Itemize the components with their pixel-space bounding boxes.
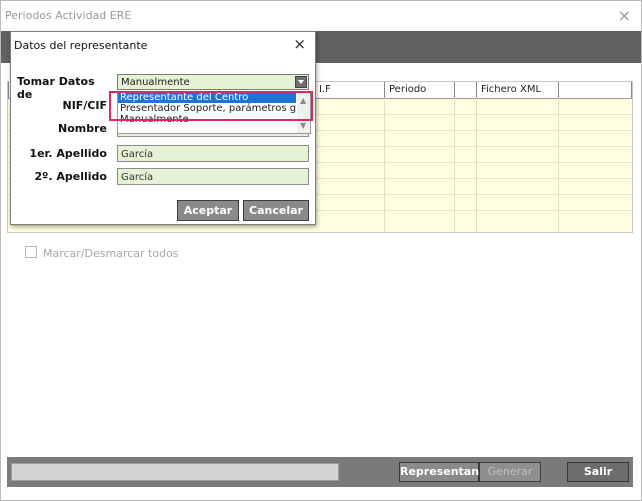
window-titlebar: Periodos Actividad ERE × [1,1,641,31]
grid-divider [454,98,455,232]
grid-col-fichero-xml[interactable]: Fichero XML [476,82,558,98]
dropdown-option-manualmente[interactable]: Manualmente [118,114,296,125]
select-all-label: Marcar/Desmarcar todos [43,247,179,260]
dialog-title: Datos del representante [14,39,148,52]
tomar-datos-select[interactable]: Manualmente [117,74,309,90]
tomar-datos-value: Manualmente [121,77,190,88]
representante-button[interactable]: Representante [399,462,492,482]
nif-label: NIF/CIF [62,99,107,112]
grid-col-if[interactable]: I.F [314,82,384,98]
dropdown-option-presentador[interactable]: Presentador Soporte, parámetros gen [118,103,296,114]
dialog-close-icon[interactable]: × [293,35,306,53]
nombre-label: Nombre [58,122,107,135]
cancelar-button[interactable]: Cancelar [243,200,309,221]
salir-button[interactable]: Salir [567,462,629,482]
apellido2-field[interactable]: García [117,168,309,185]
chevron-up-icon[interactable]: ▲ [300,96,306,105]
grid-col-5[interactable] [454,82,476,98]
grid-col-periodo[interactable]: Periodo [384,82,454,98]
generar-button[interactable]: Generar [479,462,541,482]
bottom-bar: Representante Generar Salir [7,457,633,487]
grid-divider [384,98,385,232]
apellido1-field[interactable]: García [117,145,309,162]
select-all-checkbox[interactable]: Marcar/Desmarcar todos [25,246,179,260]
window-title: Periodos Actividad ERE [5,9,132,22]
representative-dialog: Datos del representante × Tomar Datos de… [10,31,316,225]
aceptar-button[interactable]: Aceptar [177,200,239,221]
window-close-icon[interactable]: × [618,6,631,25]
grid-divider [558,98,559,232]
dropdown-arrow-icon[interactable] [295,76,307,88]
chevron-down-icon[interactable]: ▼ [300,121,306,130]
tomar-datos-label: Tomar Datos de [17,75,95,101]
dropdown-option-centro[interactable]: Representante del Centro [118,92,296,103]
apellido2-label: 2º. Apellido [34,170,107,183]
tomar-datos-dropdown-list[interactable]: Representante del Centro Presentador Sop… [117,91,311,134]
apellido1-label: 1er. Apellido [29,147,107,160]
dialog-titlebar: Datos del representante × [11,32,315,57]
progress-bar [11,463,339,481]
checkbox-icon[interactable] [25,246,37,258]
grid-divider [476,98,477,232]
grid-col-7[interactable] [558,82,632,98]
dropdown-scrollbar[interactable]: ▲ ▼ [297,92,310,133]
